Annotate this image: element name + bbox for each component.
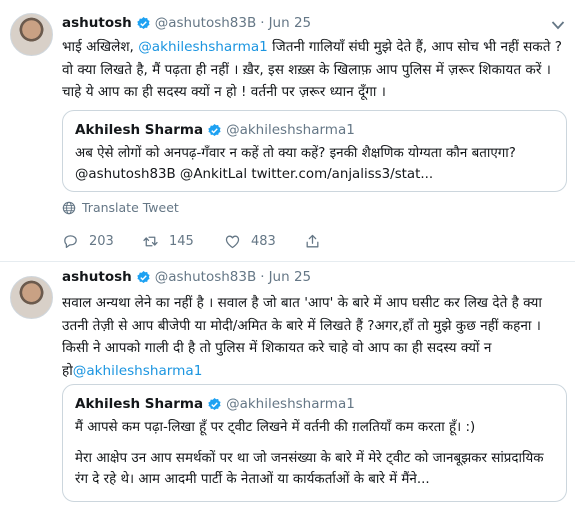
author-handle[interactable]: @ashutosh83B: [155, 15, 257, 31]
tweet-text: भाई अखिलेश, @akhileshsharma1 जितनी गालिय…: [62, 36, 567, 104]
quoted-tweet-header: Akhilesh Sharma @akhileshsharma1: [75, 121, 554, 139]
share-button[interactable]: [304, 233, 321, 250]
like-button[interactable]: 483: [224, 233, 304, 250]
verified-badge-icon: [137, 16, 150, 29]
quoted-author-name: Akhilesh Sharma: [75, 396, 204, 412]
separator-dot: ·: [260, 15, 265, 31]
globe-icon: [62, 201, 76, 214]
verified-badge-icon: [137, 270, 150, 283]
tweet[interactable]: ashutosh @ashutosh83B · Jun 25 भाई अखिले…: [0, 0, 575, 262]
tweet-header: ashutosh @ashutosh83B · Jun 25: [62, 268, 311, 286]
separator-dot: ·: [260, 269, 265, 285]
author-handle[interactable]: @ashutosh83B: [155, 269, 257, 285]
avatar[interactable]: [10, 13, 53, 56]
chevron-down-icon[interactable]: [551, 20, 565, 30]
quoted-tweet-text: मैं आपसे कम पढ़ा-लिखा हूँ पर ट्वीट लिखने…: [75, 417, 554, 490]
verified-badge-icon: [208, 123, 221, 136]
tweet-date[interactable]: Jun 25: [269, 269, 312, 285]
retweet-icon: [143, 236, 158, 246]
translate-tweet-link[interactable]: Translate Tweet: [62, 200, 179, 215]
quoted-paragraph: मेरा आक्षेप उन आप समर्थकों पर था जो जनसं…: [75, 451, 544, 487]
tweet-date[interactable]: Jun 25: [269, 15, 312, 31]
quoted-author-handle: @akhileshsharma1: [226, 396, 355, 412]
quoted-tweet[interactable]: Akhilesh Sharma @akhileshsharma1 मैं आपस…: [62, 384, 567, 502]
tweet-text-start: भाई अखिलेश,: [62, 39, 139, 55]
verified-badge-icon: [208, 397, 221, 410]
reply-icon: [64, 234, 77, 248]
quoted-author-handle: @akhileshsharma1: [226, 122, 355, 138]
reply-count: 203: [89, 233, 114, 249]
like-icon: [225, 235, 240, 248]
share-icon: [306, 234, 319, 247]
retweet-count: 145: [169, 233, 194, 249]
quoted-tweet-header: Akhilesh Sharma @akhileshsharma1: [75, 395, 554, 413]
like-count: 483: [251, 233, 276, 249]
reply-button[interactable]: 203: [62, 233, 142, 250]
tweet-text: सवाल अन्यथा लेने का नहीं है । सवाल है जो…: [62, 292, 567, 382]
author-name[interactable]: ashutosh: [62, 15, 132, 31]
tweet-actions: 203 145 483: [62, 231, 321, 251]
retweet-button[interactable]: 145: [142, 233, 224, 250]
quoted-tweet[interactable]: Akhilesh Sharma @akhileshsharma1 अब ऐसे …: [62, 110, 567, 192]
quoted-paragraph: मैं आपसे कम पढ़ा-लिखा हूँ पर ट्वीट लिखने…: [75, 420, 476, 435]
mention-link[interactable]: @akhileshsharma1: [138, 39, 268, 55]
mention-link[interactable]: @akhileshsharma1: [73, 363, 203, 379]
tweet-header: ashutosh @ashutosh83B · Jun 25: [62, 14, 311, 32]
translate-label[interactable]: Translate Tweet: [82, 200, 179, 215]
avatar[interactable]: [10, 276, 53, 319]
author-name[interactable]: ashutosh: [62, 269, 132, 285]
quoted-tweet-text: अब ऐसे लोगों को अनपढ़-गँवार न कहें तो क्…: [75, 146, 516, 182]
quoted-author-name: Akhilesh Sharma: [75, 122, 204, 138]
